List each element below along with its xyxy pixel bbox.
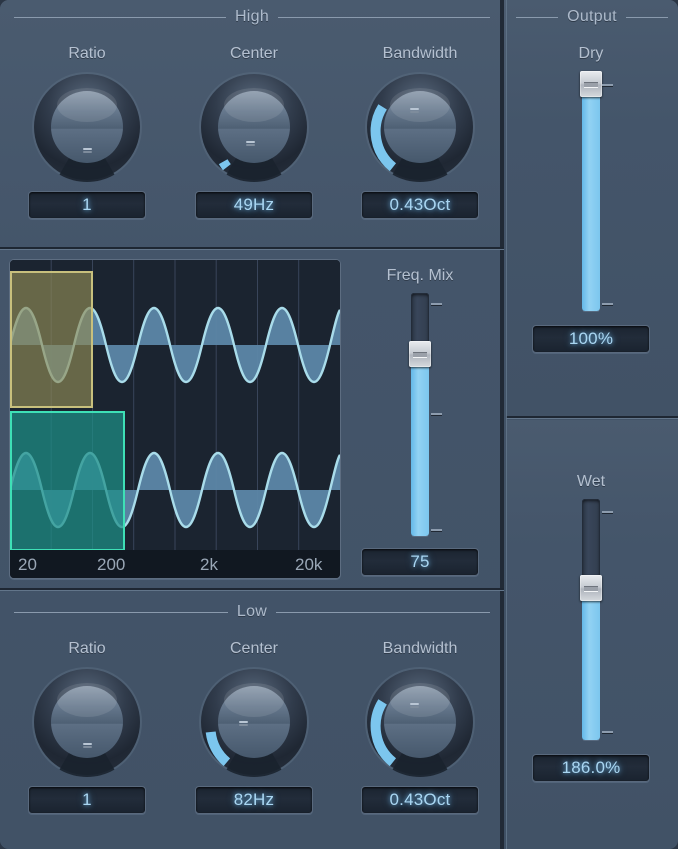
high-center-value: 49Hz [233, 195, 275, 214]
freq-mix-control: Freq. Mix 75 [355, 266, 485, 576]
high-bandwidth-value: 0.43Oct [389, 195, 451, 214]
panel-divider-highlight [506, 0, 507, 849]
high-center-control: Center 49Hz [189, 44, 319, 219]
high-bandwidth-value-field[interactable]: 0.43Oct [361, 191, 479, 219]
high-ratio-knob[interactable] [29, 69, 145, 185]
high-section-title: High [234, 8, 270, 25]
low-ratio-value-field[interactable]: 1 [28, 786, 146, 814]
plugin-window: High Ratio 1 Center 49Hz Bandwidth 0.43O… [0, 0, 678, 849]
axis-strip [10, 550, 340, 578]
wet-slider[interactable] [526, 499, 656, 740]
low-bandwidth-value-field[interactable]: 0.43Oct [361, 786, 479, 814]
freq-mix-slider[interactable] [355, 293, 485, 536]
low-bandwidth-label: Bandwidth [382, 640, 458, 657]
low-bandwidth-control: Bandwidth 0.43Oct [355, 639, 485, 814]
high-center-value-field[interactable]: 49Hz [195, 191, 313, 219]
frequency-display-graphic: 20 200 2k 20k [10, 260, 340, 578]
freq-mix-value-field[interactable]: 75 [361, 548, 479, 576]
wet-value-field[interactable]: 186.0% [532, 754, 650, 782]
axis-label-3: 20k [295, 555, 323, 574]
high-ratio-value-field[interactable]: 1 [28, 191, 146, 219]
knob-graphic [32, 72, 142, 182]
freq-mix-label: Freq. Mix [386, 267, 454, 284]
section-rule-right [625, 16, 668, 18]
low-center-knob[interactable] [196, 664, 312, 780]
dry-label: Dry [578, 45, 604, 62]
dry-value-field[interactable]: 100% [532, 325, 650, 353]
section-rule-left [14, 16, 226, 18]
knob-graphic [365, 667, 475, 777]
wet-label: Wet [576, 473, 606, 490]
high-ratio-value: 1 [82, 195, 92, 214]
high-ratio-control: Ratio 1 [22, 44, 152, 219]
high-center-label: Center [229, 45, 279, 62]
wet-tick-bottom [602, 731, 613, 733]
axis-label-2: 2k [200, 555, 218, 574]
dry-control: Dry 100% [526, 44, 656, 353]
wet-value: 186.0% [561, 758, 621, 777]
output-section-title: Output [567, 8, 617, 25]
high-bandwidth-knob[interactable] [362, 69, 478, 185]
freq-mix-tick-top [431, 303, 442, 305]
high-ratio-label: Ratio [68, 45, 106, 62]
high-section-header: High [14, 7, 491, 27]
dry-fill [582, 71, 600, 311]
dry-handle[interactable] [580, 71, 602, 97]
wet-track[interactable] [582, 499, 600, 740]
dry-slider[interactable] [526, 71, 656, 311]
wet-fill [582, 588, 600, 740]
dry-tick-top [602, 84, 613, 86]
high-center-knob[interactable] [196, 69, 312, 185]
dry-track[interactable] [582, 71, 600, 311]
low-band-selection [10, 411, 125, 551]
high-bandwidth-control: Bandwidth 0.43Oct [355, 44, 485, 219]
low-center-value: 82Hz [233, 790, 275, 809]
low-ratio-knob[interactable] [29, 664, 145, 780]
knob-graphic [199, 72, 309, 182]
axis-label-1: 200 [97, 555, 125, 574]
knob-graphic [365, 72, 475, 182]
low-bandwidth-value: 0.43Oct [389, 790, 451, 809]
knob-graphic [32, 667, 142, 777]
section-rule-left [516, 16, 559, 18]
dry-value: 100% [568, 329, 614, 348]
low-bandwidth-knob[interactable] [362, 664, 478, 780]
freq-mix-track[interactable] [411, 293, 429, 536]
freq-mix-fill [411, 353, 429, 536]
frequency-display[interactable]: 20 200 2k 20k [9, 259, 341, 579]
divider-low-top-highlight [0, 590, 504, 591]
freq-mix-tick-mid [431, 413, 442, 415]
divider-output-bottom-highlight [506, 418, 678, 419]
dry-tick-bottom [602, 303, 613, 305]
section-rule-right [278, 16, 491, 18]
axis-label-0: 20 [18, 555, 37, 574]
wet-control: Wet 186.0% [526, 472, 656, 782]
freq-mix-value: 75 [410, 552, 430, 571]
low-center-control: Center 82Hz [189, 639, 319, 814]
freq-mix-handle[interactable] [409, 341, 431, 367]
low-section-header: Low [14, 602, 491, 622]
wet-tick-top [602, 511, 613, 513]
high-bandwidth-label: Bandwidth [382, 45, 458, 62]
low-ratio-control: Ratio 1 [22, 639, 152, 814]
low-ratio-label: Ratio [68, 640, 106, 657]
low-center-value-field[interactable]: 82Hz [195, 786, 313, 814]
high-band-selection [10, 271, 93, 408]
output-section-header: Output [516, 7, 668, 27]
low-center-label: Center [229, 640, 279, 657]
section-rule-left [14, 611, 228, 613]
section-rule-right [276, 611, 491, 613]
wet-handle[interactable] [580, 575, 602, 601]
knob-graphic [199, 667, 309, 777]
low-section-title: Low [236, 603, 268, 620]
low-ratio-value: 1 [82, 790, 92, 809]
freq-mix-tick-bottom [431, 529, 442, 531]
divider-high-bottom-highlight [0, 249, 504, 250]
